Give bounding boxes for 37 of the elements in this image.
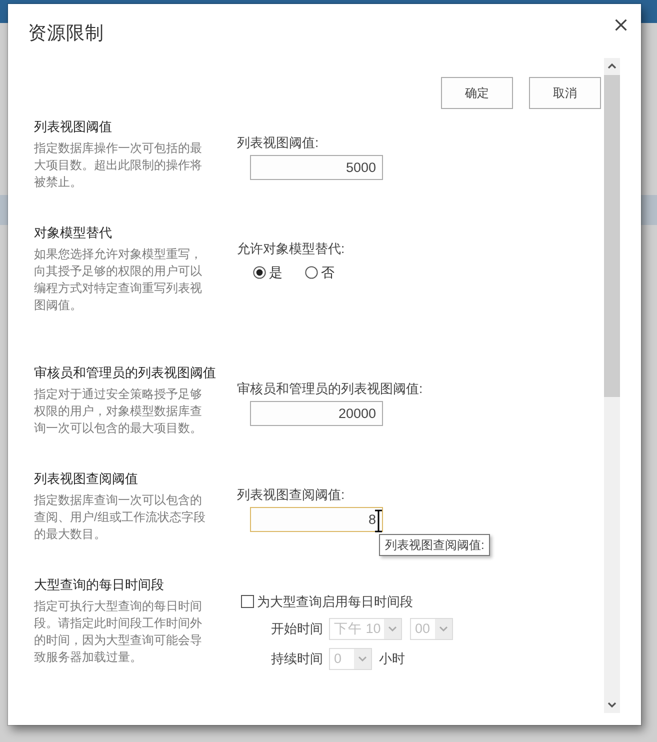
number-input[interactable]: 20000 <box>250 401 383 426</box>
number-input[interactable]: 8 <box>250 507 383 532</box>
scrollbar-track[interactable] <box>604 58 620 713</box>
field-label: 列表视图阈值: <box>237 134 320 150</box>
close-icon[interactable] <box>615 19 627 31</box>
duration-label: 持续时间 <box>271 650 323 667</box>
unit-label: 小时 <box>379 650 405 668</box>
tooltip: 列表视图查阅阈值: <box>379 534 490 556</box>
text-cursor-icon <box>374 509 383 533</box>
radio-icon[interactable] <box>253 266 266 279</box>
section-title: 列表视图阈值 <box>34 118 113 135</box>
start-time-label: 开始时间 <box>271 620 323 637</box>
section-title: 列表视图查阅阈值 <box>34 470 139 487</box>
field-label: 审核员和管理员的列表视图阈值: <box>237 380 424 396</box>
radio-option[interactable]: 是 <box>253 264 283 280</box>
chevron-down-icon <box>354 648 371 668</box>
dialog-title: 资源限制 <box>28 21 104 45</box>
section-description: 如果您选择允许对象模型重写，向其授予足够的权限的用户可以编程方式对特定查询重写列表视图阈值。 <box>34 246 203 314</box>
radio-icon[interactable] <box>305 266 318 279</box>
cancel-button[interactable]: 取消 <box>529 77 601 109</box>
field-label: 列表视图查阅阈值: <box>237 486 346 502</box>
section-description: 指定对于通过安全策略授予足够权限的用户，对象模型数据库查询一次可以包含的最大项目数。 <box>34 386 203 437</box>
chevron-down-icon <box>435 618 452 638</box>
radio-option[interactable]: 否 <box>305 264 335 280</box>
section-title: 对象模型替代 <box>34 224 113 241</box>
section-description: 指定可执行大型查询的每日时间段。请指定此时间段工作时间外的时间，因为大型查询可能会导致服务器加载过量。 <box>34 598 203 666</box>
checkbox-icon[interactable] <box>241 595 254 608</box>
section-description: 指定数据库操作一次可包括的最大项目数。超出此限制的操作将被禁止。 <box>34 140 203 191</box>
section-title: 大型查询的每日时间段 <box>34 576 165 593</box>
ok-button[interactable]: 确定 <box>441 77 513 109</box>
number-input[interactable]: 5000 <box>250 155 383 180</box>
field-label: 允许对象模型替代: <box>237 240 346 256</box>
section-description: 指定数据库查询一次可以包含的查阅、用户/组或工作流状态字段的最大数目。 <box>34 492 206 543</box>
scrollbar-thumb[interactable] <box>604 75 620 397</box>
chevron-down-icon <box>384 618 401 638</box>
checkbox-option[interactable]: 为大型查询启用每日时间段 <box>241 593 413 610</box>
section-title: 审核员和管理员的列表视图阈值 <box>34 364 217 381</box>
